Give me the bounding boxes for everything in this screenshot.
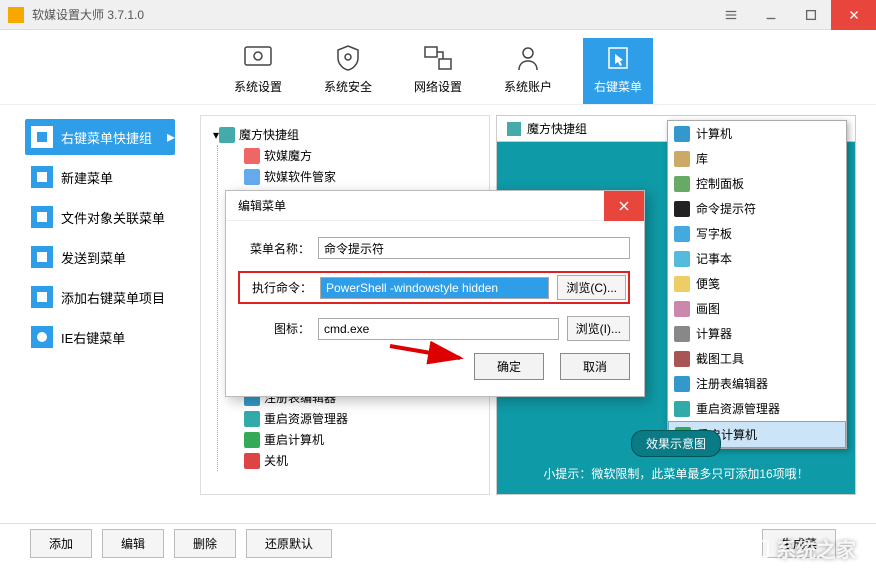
wordpad-icon xyxy=(674,226,690,242)
dialog-close-button[interactable] xyxy=(604,191,644,221)
dialog-titlebar: 编辑菜单 xyxy=(226,191,644,221)
notepad-icon xyxy=(674,251,690,267)
shutdown-icon xyxy=(244,453,260,469)
edit-menu-dialog: 编辑菜单 菜单名称： 执行命令： 浏览(C)... 图标： 浏览(I)... 确… xyxy=(225,190,645,397)
snip-icon xyxy=(674,351,690,367)
menu-item-sticky[interactable]: 便笺 xyxy=(668,271,846,296)
menu-item-control-panel[interactable]: 控制面板 xyxy=(668,171,846,196)
titlebar: 软媒设置大师 3.7.1.0 xyxy=(0,0,876,30)
tree-item[interactable]: 软媒魔方 xyxy=(240,145,481,166)
nav-context-menu[interactable]: 右键菜单 xyxy=(583,38,653,104)
nav-system-settings[interactable]: 系统设置 xyxy=(223,38,293,104)
menu-name-label: 菜单名称： xyxy=(240,240,310,257)
sidebar-item-sendto[interactable]: 发送到菜单 xyxy=(25,239,175,275)
registry-icon xyxy=(674,376,690,392)
close-button[interactable] xyxy=(831,0,876,30)
tip-text: 小提示：微软限制，此菜单最多只可添加16项哦！ xyxy=(543,467,808,481)
add-button[interactable]: 添加 xyxy=(30,529,92,558)
menu-item-snip[interactable]: 截图工具 xyxy=(668,346,846,371)
user-icon xyxy=(512,42,544,74)
exec-cmd-label: 执行命令： xyxy=(242,279,312,296)
menu-name-input[interactable] xyxy=(318,237,630,259)
top-nav: 系统设置 系统安全 网络设置 系统账户 右键菜单 xyxy=(0,30,876,105)
sidebar-item-shortcut-group[interactable]: 右键菜单快捷组▸ xyxy=(25,119,175,155)
context-submenu: 计算机 库 控制面板 命令提示符 写字板 记事本 便笺 画图 计算器 截图工具 … xyxy=(667,120,847,449)
edit-button[interactable]: 编辑 xyxy=(102,529,164,558)
menu-item-paint[interactable]: 画图 xyxy=(668,296,846,321)
exec-cmd-row: 执行命令： 浏览(C)... xyxy=(238,271,630,304)
sidebar-icon xyxy=(31,246,53,268)
sidebar-icon xyxy=(31,126,53,148)
sidebar-icon xyxy=(31,166,53,188)
grid-icon xyxy=(507,122,521,136)
sidebar-icon xyxy=(31,326,53,348)
tree-item[interactable]: 重启计算机 xyxy=(240,429,481,450)
window-title: 软媒设置大师 3.7.1.0 xyxy=(32,6,711,23)
computer-icon xyxy=(674,126,690,142)
shield-icon xyxy=(332,42,364,74)
restore-button[interactable]: 还原默认 xyxy=(246,529,332,558)
cursor-icon xyxy=(602,42,634,74)
app-icon xyxy=(244,169,260,185)
sidebar-item-file-assoc[interactable]: 文件对象关联菜单 xyxy=(25,199,175,235)
menu-item-restart-explorer[interactable]: 重启资源管理器 xyxy=(668,396,846,421)
menu-item-calc[interactable]: 计算器 xyxy=(668,321,846,346)
sidebar-icon xyxy=(31,206,53,228)
tree-item[interactable]: 重启资源管理器 xyxy=(240,408,481,429)
gear-screen-icon xyxy=(242,42,274,74)
sidebar: 右键菜单快捷组▸ 新建菜单 文件对象关联菜单 发送到菜单 添加右键菜单项目 IE… xyxy=(0,105,180,525)
nav-system-accounts[interactable]: 系统账户 xyxy=(493,38,563,104)
sticky-icon xyxy=(674,276,690,292)
tree-item[interactable]: 关机 xyxy=(240,450,481,471)
generate-button[interactable]: 生成菜 xyxy=(762,529,836,558)
dialog-title-text: 编辑菜单 xyxy=(238,197,286,214)
cancel-button[interactable]: 取消 xyxy=(560,353,630,380)
browse-i-button[interactable]: 浏览(I)... xyxy=(567,316,630,341)
nav-network-settings[interactable]: 网络设置 xyxy=(403,38,473,104)
menu-item-regedit[interactable]: 注册表编辑器 xyxy=(668,371,846,396)
restart-icon xyxy=(674,401,690,417)
exec-cmd-input[interactable] xyxy=(320,277,549,299)
menu-item-wordpad[interactable]: 写字板 xyxy=(668,221,846,246)
nav-system-security[interactable]: 系统安全 xyxy=(313,38,383,104)
sidebar-item-ie-context[interactable]: IE右键菜单 xyxy=(25,319,175,355)
sidebar-item-new-menu[interactable]: 新建菜单 xyxy=(25,159,175,195)
app-icon xyxy=(244,148,260,164)
app-logo xyxy=(8,7,24,23)
preview-effect-button[interactable]: 效果示意图 xyxy=(631,430,721,457)
control-panel-icon xyxy=(674,176,690,192)
menu-item-cmd[interactable]: 命令提示符 xyxy=(668,196,846,221)
calculator-icon xyxy=(674,326,690,342)
reboot-icon xyxy=(244,432,260,448)
icon-row: 图标： 浏览(I)... xyxy=(240,316,630,341)
menu-item-libraries[interactable]: 库 xyxy=(668,146,846,171)
ok-button[interactable]: 确定 xyxy=(474,353,544,380)
library-icon xyxy=(674,151,690,167)
menu-button[interactable] xyxy=(711,0,751,30)
browse-c-button[interactable]: 浏览(C)... xyxy=(557,275,626,300)
menu-item-computer[interactable]: 计算机 xyxy=(668,121,846,146)
tree-item[interactable]: 软媒软件管家 xyxy=(240,166,481,187)
restart-icon xyxy=(244,411,260,427)
tree-root[interactable]: ▾ 魔方快捷组 xyxy=(209,124,481,145)
icon-label: 图标： xyxy=(240,320,310,337)
menu-name-row: 菜单名称： xyxy=(240,237,630,259)
cmd-icon xyxy=(674,201,690,217)
menu-item-notepad[interactable]: 记事本 xyxy=(668,246,846,271)
icon-input[interactable] xyxy=(318,318,559,340)
paint-icon xyxy=(674,301,690,317)
maximize-button[interactable] xyxy=(791,0,831,30)
grid-icon xyxy=(219,127,235,143)
footer-toolbar: 添加 编辑 删除 还原默认 生成菜 xyxy=(0,523,876,563)
delete-button[interactable]: 删除 xyxy=(174,529,236,558)
sidebar-icon xyxy=(31,286,53,308)
minimize-button[interactable] xyxy=(751,0,791,30)
sidebar-item-add-context[interactable]: 添加右键菜单项目 xyxy=(25,279,175,315)
network-icon xyxy=(422,42,454,74)
